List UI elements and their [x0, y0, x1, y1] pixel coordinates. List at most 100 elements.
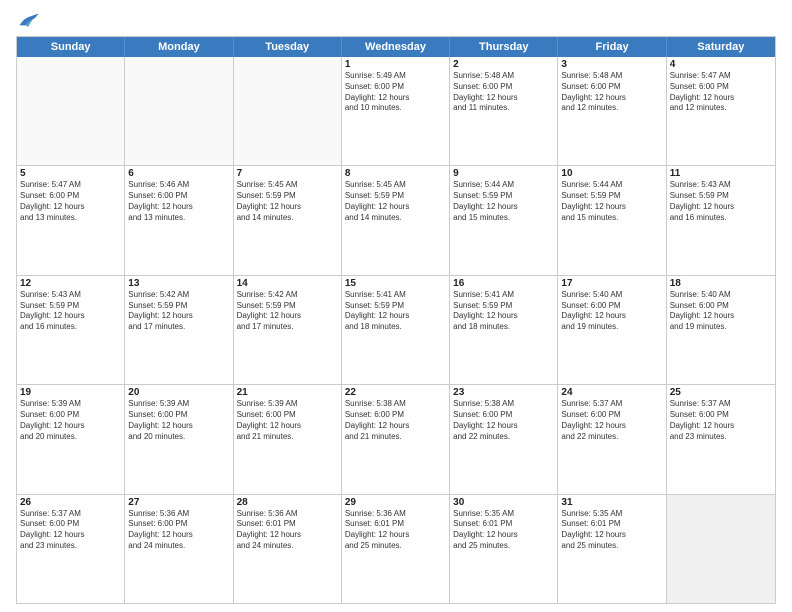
day-cell-10: 10Sunrise: 5:44 AM Sunset: 5:59 PM Dayli… [558, 166, 666, 274]
header [16, 12, 776, 30]
day-info: Sunrise: 5:43 AM Sunset: 5:59 PM Dayligh… [670, 180, 772, 223]
day-cell-27: 27Sunrise: 5:36 AM Sunset: 6:00 PM Dayli… [125, 495, 233, 603]
day-cell-26: 26Sunrise: 5:37 AM Sunset: 6:00 PM Dayli… [17, 495, 125, 603]
weekday-header-monday: Monday [125, 37, 233, 57]
day-cell-4: 4Sunrise: 5:47 AM Sunset: 6:00 PM Daylig… [667, 57, 775, 165]
empty-cell [234, 57, 342, 165]
day-cell-25: 25Sunrise: 5:37 AM Sunset: 6:00 PM Dayli… [667, 385, 775, 493]
day-number: 20 [128, 387, 229, 398]
day-number: 27 [128, 497, 229, 508]
day-info: Sunrise: 5:37 AM Sunset: 6:00 PM Dayligh… [561, 399, 662, 442]
day-info: Sunrise: 5:37 AM Sunset: 6:00 PM Dayligh… [20, 509, 121, 552]
day-number: 6 [128, 168, 229, 179]
day-number: 25 [670, 387, 772, 398]
day-info: Sunrise: 5:37 AM Sunset: 6:00 PM Dayligh… [670, 399, 772, 442]
day-info: Sunrise: 5:46 AM Sunset: 6:00 PM Dayligh… [128, 180, 229, 223]
day-info: Sunrise: 5:44 AM Sunset: 5:59 PM Dayligh… [561, 180, 662, 223]
day-number: 29 [345, 497, 446, 508]
calendar-body: 1Sunrise: 5:49 AM Sunset: 6:00 PM Daylig… [17, 57, 775, 603]
day-number: 5 [20, 168, 121, 179]
logo-bird-icon [18, 12, 40, 30]
day-number: 23 [453, 387, 554, 398]
day-cell-13: 13Sunrise: 5:42 AM Sunset: 5:59 PM Dayli… [125, 276, 233, 384]
day-number: 3 [561, 59, 662, 70]
day-cell-20: 20Sunrise: 5:39 AM Sunset: 6:00 PM Dayli… [125, 385, 233, 493]
day-number: 4 [670, 59, 772, 70]
day-info: Sunrise: 5:48 AM Sunset: 6:00 PM Dayligh… [561, 71, 662, 114]
day-info: Sunrise: 5:42 AM Sunset: 5:59 PM Dayligh… [128, 290, 229, 333]
day-cell-21: 21Sunrise: 5:39 AM Sunset: 6:00 PM Dayli… [234, 385, 342, 493]
calendar-row-2: 5Sunrise: 5:47 AM Sunset: 6:00 PM Daylig… [17, 165, 775, 274]
weekday-header-saturday: Saturday [667, 37, 775, 57]
day-cell-1: 1Sunrise: 5:49 AM Sunset: 6:00 PM Daylig… [342, 57, 450, 165]
day-cell-30: 30Sunrise: 5:35 AM Sunset: 6:01 PM Dayli… [450, 495, 558, 603]
empty-cell [17, 57, 125, 165]
day-number: 11 [670, 168, 772, 179]
weekday-header-tuesday: Tuesday [234, 37, 342, 57]
day-info: Sunrise: 5:42 AM Sunset: 5:59 PM Dayligh… [237, 290, 338, 333]
day-cell-16: 16Sunrise: 5:41 AM Sunset: 5:59 PM Dayli… [450, 276, 558, 384]
day-number: 12 [20, 278, 121, 289]
day-info: Sunrise: 5:36 AM Sunset: 6:01 PM Dayligh… [237, 509, 338, 552]
day-cell-5: 5Sunrise: 5:47 AM Sunset: 6:00 PM Daylig… [17, 166, 125, 274]
day-number: 26 [20, 497, 121, 508]
day-info: Sunrise: 5:41 AM Sunset: 5:59 PM Dayligh… [345, 290, 446, 333]
day-number: 14 [237, 278, 338, 289]
day-cell-3: 3Sunrise: 5:48 AM Sunset: 6:00 PM Daylig… [558, 57, 666, 165]
day-number: 15 [345, 278, 446, 289]
day-cell-12: 12Sunrise: 5:43 AM Sunset: 5:59 PM Dayli… [17, 276, 125, 384]
calendar-row-4: 19 Sunrise: 5:39 AM Sunset: 6:00 PM Dayli… [17, 384, 775, 493]
day-info: Sunrise: 5:47 AM Sunset: 6:00 PM Dayligh… [20, 180, 121, 223]
day-info: Sunrise: 5:49 AM Sunset: 6:00 PM Dayligh… [345, 71, 446, 114]
weekday-header-wednesday: Wednesday [342, 37, 450, 57]
day-number: 30 [453, 497, 554, 508]
day-number: 31 [561, 497, 662, 508]
day-cell-17: 17Sunrise: 5:40 AM Sunset: 6:00 PM Dayli… [558, 276, 666, 384]
calendar-row-1: 1Sunrise: 5:49 AM Sunset: 6:00 PM Daylig… [17, 57, 775, 165]
day-number: 7 [237, 168, 338, 179]
page: SundayMondayTuesdayWednesdayThursdayFrid… [0, 0, 792, 612]
day-info: Sunrise: 5:40 AM Sunset: 6:00 PM Dayligh… [561, 290, 662, 333]
day-info: Sunrise: 5:39 AM Sunset: 6:00 PM Dayligh… [128, 399, 229, 442]
day-info: Sunrise: 5:39 AM Sunset: 6:00 PM Dayligh… [237, 399, 338, 442]
day-cell-14: 14Sunrise: 5:42 AM Sunset: 5:59 PM Dayli… [234, 276, 342, 384]
day-cell-28: 28Sunrise: 5:36 AM Sunset: 6:01 PM Dayli… [234, 495, 342, 603]
day-info: Sunrise: 5:47 AM Sunset: 6:00 PM Dayligh… [670, 71, 772, 114]
day-cell-9: 9Sunrise: 5:44 AM Sunset: 5:59 PM Daylig… [450, 166, 558, 274]
day-cell-23: 23Sunrise: 5:38 AM Sunset: 6:00 PM Dayli… [450, 385, 558, 493]
calendar-header: SundayMondayTuesdayWednesdayThursdayFrid… [17, 37, 775, 57]
calendar-row-3: 12Sunrise: 5:43 AM Sunset: 5:59 PM Dayli… [17, 275, 775, 384]
day-info: Sunrise: 5:40 AM Sunset: 6:00 PM Dayligh… [670, 290, 772, 333]
day-number: 28 [237, 497, 338, 508]
day-number: 2 [453, 59, 554, 70]
weekday-header-sunday: Sunday [17, 37, 125, 57]
day-number: 17 [561, 278, 662, 289]
day-info: Sunrise: 5:35 AM Sunset: 6:01 PM Dayligh… [561, 509, 662, 552]
empty-cell [125, 57, 233, 165]
day-number: 13 [128, 278, 229, 289]
day-cell-18: 18Sunrise: 5:40 AM Sunset: 6:00 PM Dayli… [667, 276, 775, 384]
day-info: Sunrise: 5:45 AM Sunset: 5:59 PM Dayligh… [345, 180, 446, 223]
day-number: 24 [561, 387, 662, 398]
day-cell-8: 8Sunrise: 5:45 AM Sunset: 5:59 PM Daylig… [342, 166, 450, 274]
day-number: 18 [670, 278, 772, 289]
day-info: Sunrise: 5:38 AM Sunset: 6:00 PM Dayligh… [345, 399, 446, 442]
day-cell-6: 6Sunrise: 5:46 AM Sunset: 6:00 PM Daylig… [125, 166, 233, 274]
day-number: 8 [345, 168, 446, 179]
day-info: Sunrise: 5:43 AM Sunset: 5:59 PM Dayligh… [20, 290, 121, 333]
day-cell-24: 24Sunrise: 5:37 AM Sunset: 6:00 PM Dayli… [558, 385, 666, 493]
day-info: Sunrise: 5:38 AM Sunset: 6:00 PM Dayligh… [453, 399, 554, 442]
day-number: 1 [345, 59, 446, 70]
day-cell-22: 22Sunrise: 5:38 AM Sunset: 6:00 PM Dayli… [342, 385, 450, 493]
day-number: 19 [20, 387, 121, 398]
weekday-header-thursday: Thursday [450, 37, 558, 57]
day-cell-7: 7Sunrise: 5:45 AM Sunset: 5:59 PM Daylig… [234, 166, 342, 274]
day-number: 9 [453, 168, 554, 179]
day-info: Sunrise: 5:36 AM Sunset: 6:00 PM Dayligh… [128, 509, 229, 552]
day-info: Sunrise: 5:44 AM Sunset: 5:59 PM Dayligh… [453, 180, 554, 223]
day-cell-19: 19Sunrise: 5:39 AM Sunset: 6:00 PM Dayli… [17, 385, 125, 493]
day-number: 16 [453, 278, 554, 289]
weekday-header-friday: Friday [558, 37, 666, 57]
day-cell-31: 31Sunrise: 5:35 AM Sunset: 6:01 PM Dayli… [558, 495, 666, 603]
day-info: Sunrise: 5:48 AM Sunset: 6:00 PM Dayligh… [453, 71, 554, 114]
